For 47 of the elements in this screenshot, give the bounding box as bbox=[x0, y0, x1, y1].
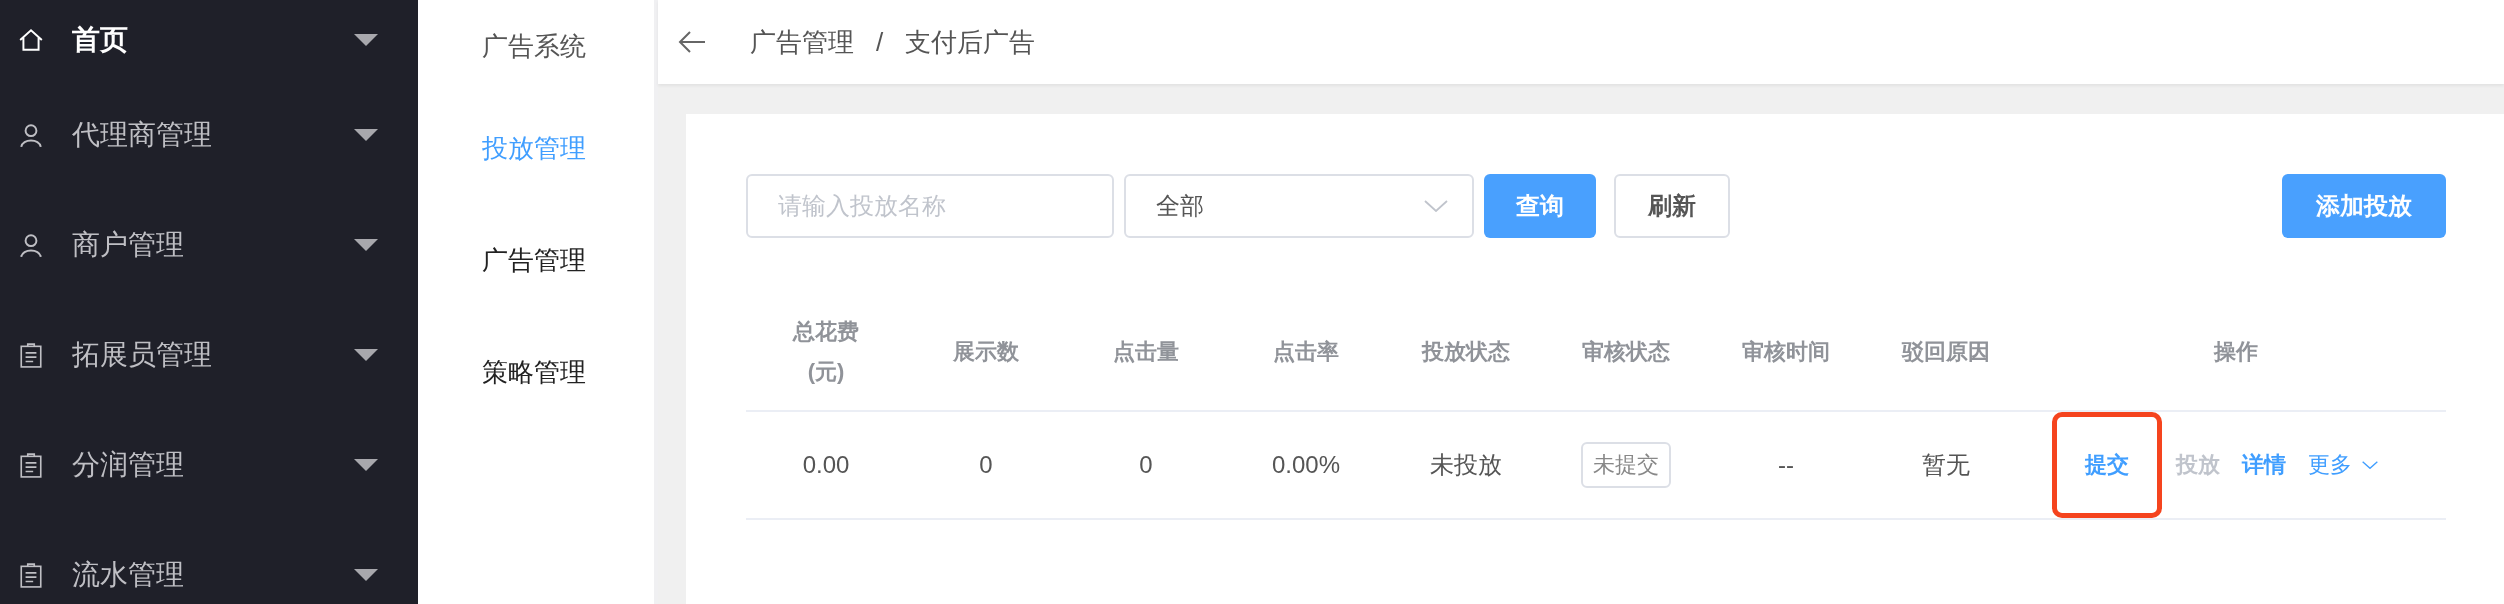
caret-icon bbox=[354, 349, 378, 361]
sidebar-item[interactable]: 代理商管理 bbox=[0, 80, 418, 190]
clipboard-icon bbox=[18, 342, 44, 368]
column-header: 点击量 bbox=[1112, 338, 1180, 366]
nav-title: 广告系统 bbox=[482, 29, 587, 63]
caret-icon bbox=[354, 129, 378, 141]
breadcrumb-item: / bbox=[876, 26, 884, 58]
column-header: 总花费(元) bbox=[791, 318, 860, 386]
sidebar-item[interactable]: 商户管理 bbox=[0, 190, 418, 300]
sidebar-item[interactable]: 分润管理 bbox=[0, 410, 418, 520]
sidebar-item[interactable]: 流水管理 bbox=[0, 520, 418, 604]
column-header: 审核时间 bbox=[1741, 338, 1831, 366]
table-cell-text: 暂无 bbox=[1922, 450, 1970, 480]
clipboard-icon bbox=[18, 562, 44, 588]
column-header: 投放状态 bbox=[1420, 338, 1511, 366]
home-icon bbox=[18, 27, 44, 53]
column-header: 点击率 bbox=[1272, 338, 1340, 366]
nav-item[interactable]: 广告管理 bbox=[482, 204, 654, 316]
sidebar-item[interactable]: 拓展员管理 bbox=[0, 300, 418, 410]
sidebar-item[interactable]: 首页 bbox=[0, 0, 418, 80]
refresh-button[interactable]: 刷新 bbox=[1614, 174, 1730, 238]
table-cell: -- bbox=[1778, 451, 1794, 479]
search-field[interactable]: 请输入投放名称 bbox=[746, 174, 1114, 238]
table-cell: 0.00 bbox=[802, 451, 850, 479]
column-header: 展示数 bbox=[952, 338, 1020, 366]
user-icon bbox=[18, 122, 44, 148]
table-cell-text: 未投放 bbox=[1430, 450, 1502, 480]
column-header: 操作 bbox=[2212, 338, 2259, 366]
table-cell: 0.00% bbox=[1271, 451, 1341, 479]
back-arrow-icon[interactable] bbox=[678, 30, 706, 54]
table-cell: 0 bbox=[1139, 451, 1153, 479]
caret-icon bbox=[354, 34, 378, 46]
column-header: 驳回原因 bbox=[1900, 338, 1991, 366]
chevron-down-icon bbox=[1424, 200, 1448, 212]
breadcrumb-item[interactable]: 广告管理 bbox=[750, 24, 854, 60]
user-icon bbox=[18, 232, 44, 258]
breadcrumb-item: 支付后广告 bbox=[905, 25, 1036, 59]
clipboard-icon bbox=[18, 452, 44, 478]
caret-icon bbox=[354, 239, 378, 251]
status-tag: 未提交 bbox=[1581, 442, 1671, 488]
status-dropdown[interactable]: 全部 bbox=[1124, 174, 1474, 238]
caret-icon bbox=[354, 459, 378, 471]
column-header: 审核状态 bbox=[1581, 338, 1671, 366]
chevron-down-icon bbox=[2362, 461, 2378, 469]
nav-item[interactable]: 策略管理 bbox=[482, 316, 654, 428]
table-cell: 0 bbox=[979, 451, 993, 479]
caret-icon bbox=[354, 569, 378, 581]
